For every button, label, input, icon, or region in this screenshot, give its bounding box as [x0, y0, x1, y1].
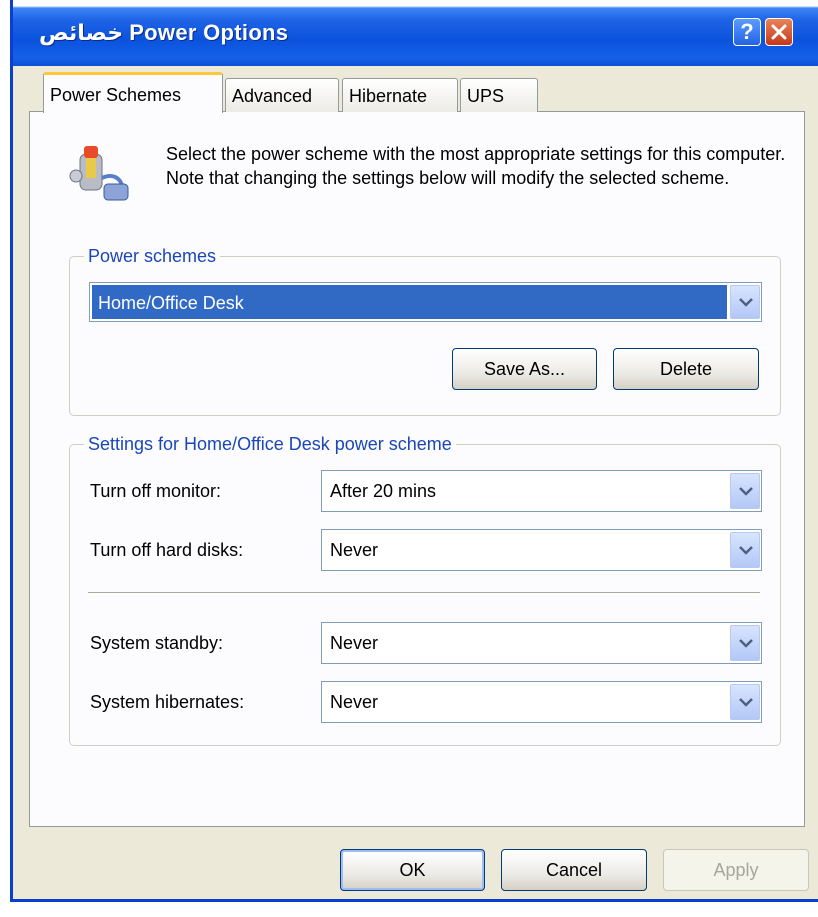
chevron-down-icon — [739, 639, 753, 648]
settings-group-title: Settings for Home/Office Desk power sche… — [84, 434, 456, 455]
dropdown-button[interactable] — [730, 473, 760, 509]
turn-off-hard-disks-label: Turn off hard disks: — [90, 540, 244, 560]
cancel-button[interactable]: Cancel — [501, 849, 647, 891]
delete-button[interactable]: Delete — [613, 348, 759, 390]
select-value: After 20 mins — [330, 481, 437, 501]
tab-power-schemes[interactable]: Power Schemes — [43, 72, 223, 113]
title-bar[interactable]: خصائص Power Options ? — [13, 0, 818, 66]
chevron-down-icon — [739, 546, 753, 555]
tab-label: Power Schemes — [50, 85, 182, 105]
chevron-down-icon — [739, 698, 753, 707]
power-options-icon — [69, 146, 129, 201]
dropdown-button[interactable] — [730, 684, 760, 720]
separator — [88, 592, 760, 594]
close-icon — [771, 24, 787, 40]
description-text: Select the power scheme with the most ap… — [166, 144, 786, 188]
turn-off-hard-disks-select[interactable]: Never — [321, 529, 762, 571]
turn-off-monitor-label: Turn off monitor: — [90, 481, 222, 501]
help-button[interactable]: ? — [733, 18, 761, 46]
selected-scheme-text: Home/Office Desk — [98, 293, 244, 313]
select-value: Never — [330, 540, 379, 560]
chevron-down-icon — [739, 298, 753, 307]
tab-hibernate[interactable]: Hibernate — [342, 78, 458, 112]
dropdown-button[interactable] — [730, 625, 760, 661]
save-as-button[interactable]: Save As... — [452, 348, 597, 390]
power-scheme-select[interactable]: Home/Office Desk — [89, 282, 762, 322]
tab-label: UPS — [467, 86, 505, 106]
system-hibernates-select[interactable]: Never — [321, 681, 762, 723]
select-value: Never — [330, 692, 379, 712]
dropdown-button[interactable] — [730, 532, 760, 568]
system-standby-label: System standby: — [90, 633, 224, 653]
tab-ups[interactable]: UPS — [460, 78, 538, 112]
tab-label: Hibernate — [349, 86, 428, 106]
window-title: خصائص Power Options — [39, 20, 289, 45]
system-standby-select[interactable]: Never — [321, 622, 762, 664]
tab-advanced[interactable]: Advanced — [225, 78, 339, 112]
system-hibernates-label: System hibernates: — [90, 692, 245, 712]
close-button[interactable] — [765, 18, 793, 46]
ok-button[interactable]: OK — [340, 849, 485, 891]
apply-button[interactable]: Apply — [663, 849, 809, 891]
select-value: Never — [330, 633, 379, 653]
tab-label: Advanced — [232, 86, 313, 106]
help-icon: ? — [740, 19, 754, 44]
dropdown-button[interactable] — [730, 285, 760, 319]
turn-off-monitor-select[interactable]: After 20 mins — [321, 470, 762, 512]
power-schemes-group-title: Power schemes — [84, 246, 221, 267]
power-schemes-group — [69, 256, 781, 416]
chevron-down-icon — [739, 487, 753, 496]
